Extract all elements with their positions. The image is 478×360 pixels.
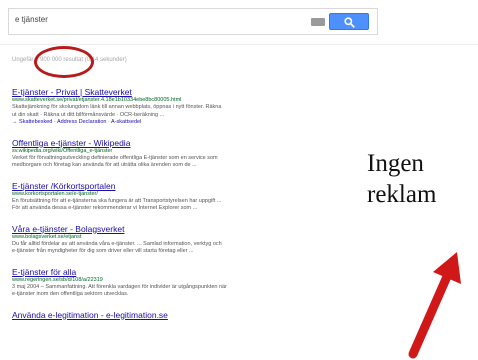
result-title[interactable]: E-tjänster för alla <box>12 267 372 277</box>
search-icon <box>344 17 355 28</box>
snippet-line: Du får alltid fördelar av att använda vå… <box>12 240 222 247</box>
search-bar: e tjänster <box>8 8 378 35</box>
result-snippet: 3 maj 2004 – Sammanfattning. Att förenkl… <box>12 284 372 299</box>
results-list: E-tjänster - Privat | Skatteverket www.s… <box>12 87 372 331</box>
annotation-text: Ingen reklam <box>367 148 436 210</box>
result-snippet: Verket för förvaltningsutveckling defini… <box>12 155 372 170</box>
result-item: Offentliga e-tjänster - Wikipedia sv.wik… <box>12 138 372 170</box>
result-item: E-tjänster - Privat | Skatteverket www.s… <box>12 87 372 127</box>
snippet-line: För att använda dessa e-tjänster rekomme… <box>12 205 198 211</box>
annotation-line: Ingen <box>367 150 424 177</box>
result-url: www.korkortsportalen.se/e-tjanster/ <box>12 190 98 197</box>
result-url: sv.wikipedia.org/wiki/Offentliga_e-tjäns… <box>12 147 113 154</box>
result-title[interactable]: E-tjänster - Privat | Skatteverket <box>12 87 372 97</box>
arrow-up-icon <box>408 252 461 359</box>
keyboard-icon[interactable] <box>311 18 325 26</box>
snippet-line: e-tjänster inom den offentliga sektorn u… <box>12 291 129 297</box>
result-url: www.skatteverket.se/privat/etjanster.4.1… <box>12 97 182 103</box>
result-item: Våra e-tjänster - Bolagsverket www.bolag… <box>12 224 372 256</box>
result-title[interactable]: E-tjänster /Körkortsportalen <box>12 181 372 191</box>
result-snippet: En förutsättning för att e-tjänsterna sk… <box>12 198 372 213</box>
result-snippet: Du får alltid fördelar av att använda vå… <box>12 241 372 256</box>
snippet-line: ut din skatt · Räkna ut ditt bilförmånsv… <box>12 111 165 118</box>
highlight-ellipse <box>34 46 94 78</box>
snippet-line: Verket för förvaltningsutveckling defini… <box>12 154 218 161</box>
result-title[interactable]: Offentliga e-tjänster - Wikipedia <box>12 138 372 148</box>
sitelinks[interactable]: → Skattebesked · Address Declaration · A… <box>12 119 372 127</box>
search-button[interactable] <box>329 13 369 30</box>
snippet-line: 3 maj 2004 – Sammanfattning. Att förenkl… <box>12 283 227 290</box>
result-url: www.bolagsverket.se/etjanst <box>12 233 82 240</box>
result-item: E-tjänster för alla www.regeringen.se/sb… <box>12 267 372 299</box>
snippet-line: Skattejämkning för skolungdom länk till … <box>12 104 222 110</box>
result-title[interactable]: Våra e-tjänster - Bolagsverket <box>12 224 372 234</box>
divider <box>0 44 478 45</box>
result-title[interactable]: Använda e-legitimation - e-legitimation.… <box>12 310 372 320</box>
result-url: www.regeringen.se/sb/d/108/a/22319 <box>12 276 103 283</box>
snippet-line: En förutsättning för att e-tjänsterna sk… <box>12 197 222 204</box>
search-input[interactable]: e tjänster <box>15 15 48 24</box>
annotation-line: reklam <box>367 181 437 208</box>
snippet-line: medborgare och företag kan använda för a… <box>12 162 197 168</box>
result-item: E-tjänster /Körkortsportalen www.korkort… <box>12 181 372 213</box>
result-item: Använda e-legitimation - e-legitimation.… <box>12 310 372 320</box>
snippet-line: e-tjänster från myndigheter för dig som … <box>12 248 194 254</box>
result-snippet: Skattejämkning för skolungdom länk till … <box>12 104 372 119</box>
